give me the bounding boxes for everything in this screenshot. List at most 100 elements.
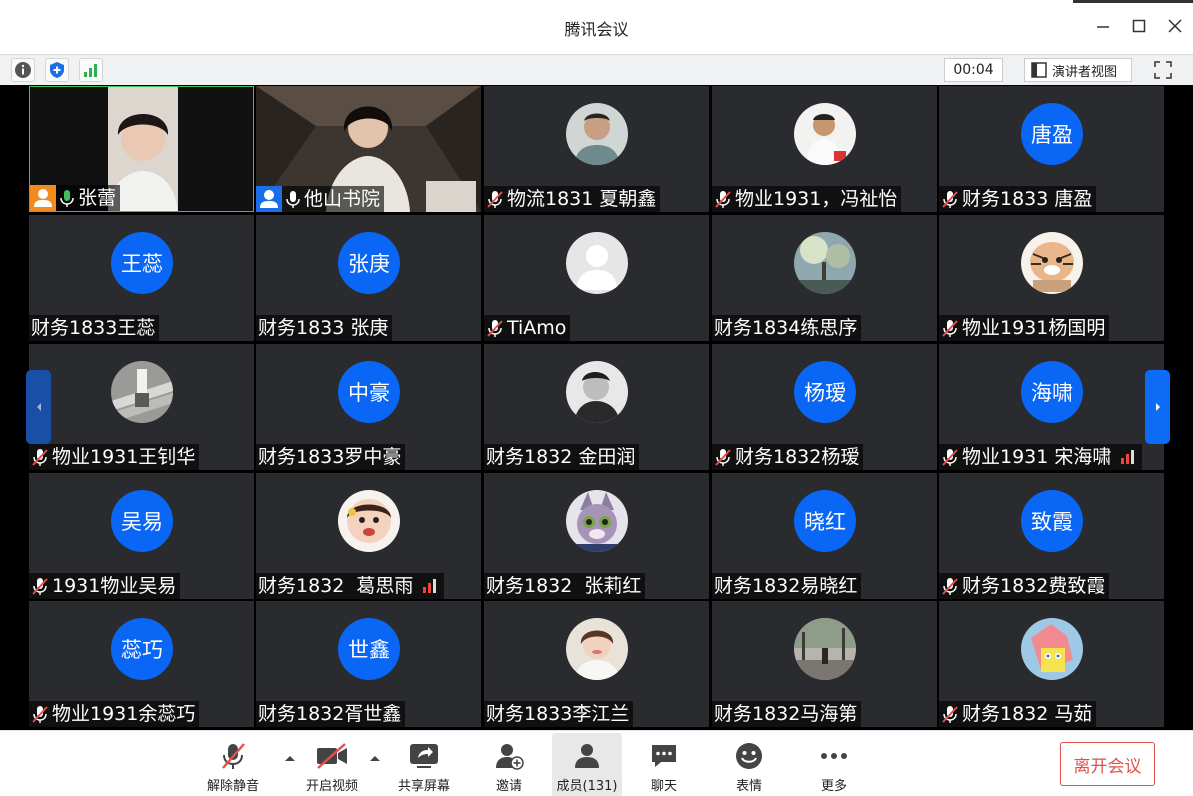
participant-tile[interactable]: 张庚 财务1833 张庚 <box>256 215 481 341</box>
participant-tile[interactable]: 杨瑷 财务1832杨瑷 <box>712 344 937 470</box>
mic-icon <box>60 190 74 207</box>
weak-signal-icon <box>423 579 437 593</box>
participant-name-label: 物业1931，冯祉怡 <box>712 186 902 212</box>
leave-meeting-button[interactable]: 离开会议 <box>1060 742 1155 786</box>
participant-name-label: 物业1931余蕊巧 <box>29 701 200 727</box>
muted-mic-icon <box>942 449 958 466</box>
participant-name: 财务1833 唐盈 <box>962 188 1093 210</box>
user-badge-icon <box>30 185 56 211</box>
unmute-button[interactable]: 解除静音 <box>204 733 262 796</box>
participant-tile[interactable]: 蕊巧 物业1931余蕊巧 <box>29 601 254 727</box>
security-button[interactable] <box>45 58 69 82</box>
participant-tile[interactable]: 晓红 财务1832易晓红 <box>712 473 937 599</box>
participant-name-label: 财务1833李江兰 <box>484 701 634 727</box>
participant-tile[interactable]: 物业1931王钊华 <box>29 344 254 470</box>
more-button[interactable]: 更多 <box>809 733 859 796</box>
participant-tile[interactable]: 王蕊 财务1833王蕊 <box>29 215 254 341</box>
members-label: 成员(131) <box>556 779 618 794</box>
speaker-view-label: 演讲者视图 <box>1052 64 1118 80</box>
speaker-view-button[interactable]: 演讲者视图 <box>1024 58 1132 82</box>
participant-avatar: 中豪 <box>338 361 400 423</box>
participant-avatar <box>794 103 856 165</box>
share-screen-button[interactable]: 共享屏幕 <box>394 733 454 796</box>
next-page-button[interactable] <box>1145 370 1170 444</box>
minimize-icon <box>1097 26 1109 28</box>
participant-name-label: 物业1931王钊华 <box>29 444 200 470</box>
muted-mic-icon <box>487 191 503 208</box>
participant-name-label: 财务1832杨瑷 <box>712 444 864 470</box>
participant-tile[interactable]: 致霞 财务1832费致霞 <box>939 473 1164 599</box>
participant-name: 他山书院 <box>304 188 381 210</box>
participant-avatar: 杨瑷 <box>794 361 856 423</box>
participant-avatar: 世鑫 <box>338 618 400 680</box>
participant-name-label: 财务1833王蕊 <box>29 315 160 341</box>
participant-tile[interactable]: 财务1834练思序 <box>712 215 937 341</box>
meeting-info-bar: 00:04 演讲者视图 <box>0 54 1193 85</box>
participant-name-label: 财务1834练思序 <box>712 315 862 341</box>
participant-avatar <box>566 490 628 552</box>
members-button[interactable]: 成员(131) <box>552 733 622 796</box>
previous-page-button[interactable] <box>26 370 51 444</box>
participant-tile[interactable]: 财务1833李江兰 <box>484 601 709 727</box>
participant-tile[interactable]: 海啸 物业1931 宋海啸 <box>939 344 1164 470</box>
reactions-label: 表情 <box>735 779 762 794</box>
participant-tile[interactable]: 他山书院 <box>256 86 481 212</box>
invite-label: 邀请 <box>495 779 522 794</box>
add-user-icon <box>496 744 524 770</box>
invite-button[interactable]: 邀请 <box>484 733 534 796</box>
participant-name-label: TiAmo <box>484 315 571 341</box>
participant-name: 1931物业吴易 <box>52 575 177 597</box>
fullscreen-button[interactable] <box>1150 58 1176 82</box>
minimize-button[interactable] <box>1088 14 1118 38</box>
reactions-button[interactable]: 表情 <box>724 733 774 796</box>
meeting-timer: 00:04 <box>944 58 1003 82</box>
video-off-icon <box>317 743 347 769</box>
participant-name: 财务1834练思序 <box>714 317 858 339</box>
participant-name: TiAmo <box>507 317 567 339</box>
muted-mic-icon <box>942 191 958 208</box>
participant-avatar <box>111 361 173 423</box>
participant-tile[interactable]: 财务1832 马茹 <box>939 601 1164 727</box>
participant-tile[interactable]: 张蕾 <box>29 86 254 212</box>
chevron-left-icon <box>36 403 41 411</box>
participant-tile[interactable]: 财务1832 葛思雨 <box>256 473 481 599</box>
participant-avatar: 致霞 <box>1021 490 1083 552</box>
participant-name-label: 财务1832 葛思雨 <box>256 573 445 599</box>
participant-avatar <box>566 361 628 423</box>
participant-tile[interactable]: 吴易 1931物业吴易 <box>29 473 254 599</box>
chat-icon <box>652 745 676 767</box>
audio-options-caret-icon[interactable] <box>284 753 296 763</box>
participant-name: 财务1832杨瑷 <box>735 446 860 468</box>
participant-name-label: 物业1931杨国明 <box>939 315 1110 341</box>
members-icon <box>575 744 599 768</box>
more-label: 更多 <box>820 779 847 794</box>
participant-tile[interactable]: 物流1831 夏朝鑫 <box>484 86 709 212</box>
participant-avatar: 吴易 <box>111 490 173 552</box>
participant-tile[interactable]: 财务1832 金田润 <box>484 344 709 470</box>
video-options-caret-icon[interactable] <box>369 753 381 763</box>
participant-tile[interactable]: 财务1832 张莉红 <box>484 473 709 599</box>
participant-tile[interactable]: 世鑫 财务1832胥世鑫 <box>256 601 481 727</box>
participant-tile[interactable]: 中豪财务1833罗中豪 <box>256 344 481 470</box>
muted-mic-icon <box>715 449 731 466</box>
participant-avatar: 海啸 <box>1021 361 1083 423</box>
participant-avatar <box>1021 232 1083 294</box>
meeting-info-button[interactable] <box>11 58 35 82</box>
network-status-button[interactable] <box>79 58 103 82</box>
participant-tile[interactable]: 物业1931，冯祉怡 <box>712 86 937 212</box>
participant-tile[interactable]: 物业1931杨国明 <box>939 215 1164 341</box>
participant-name: 财务1833王蕊 <box>31 317 156 339</box>
close-button[interactable] <box>1160 14 1190 38</box>
window-edge <box>1073 0 1193 3</box>
start-video-button[interactable]: 开启视频 <box>303 733 361 796</box>
participant-tile[interactable]: TiAmo <box>484 215 709 341</box>
participant-tile[interactable]: 唐盈 财务1833 唐盈 <box>939 86 1164 212</box>
info-icon <box>15 62 31 78</box>
maximize-button[interactable] <box>1124 14 1154 38</box>
muted-mic-icon <box>942 578 958 595</box>
fullscreen-icon <box>1154 61 1172 79</box>
participant-tile[interactable]: 财务1832马海第 <box>712 601 937 727</box>
participant-name: 财务1833罗中豪 <box>258 446 402 468</box>
chat-button[interactable]: 聊天 <box>639 733 689 796</box>
participant-name: 财务1832 金田润 <box>486 446 636 468</box>
